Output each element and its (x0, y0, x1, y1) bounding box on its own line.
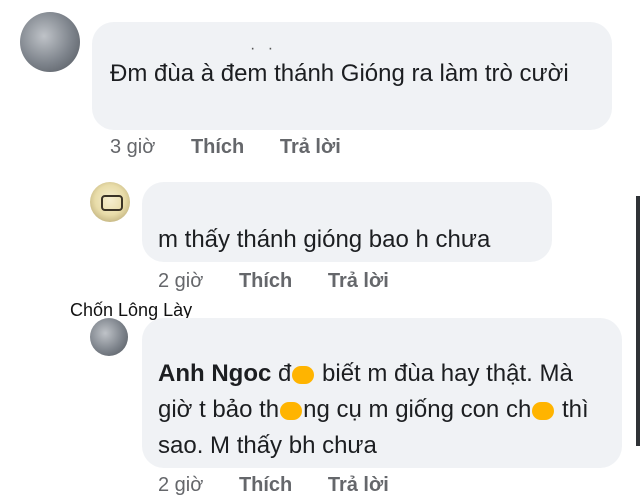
like-link[interactable]: Thích (239, 270, 292, 292)
comment-time: 3 giờ (110, 136, 156, 158)
avatar[interactable] (90, 182, 130, 222)
like-link[interactable]: Thích (239, 474, 292, 496)
censor-blot (280, 401, 303, 420)
reply-link[interactable]: Trả lời (328, 474, 389, 496)
avatar[interactable] (20, 12, 80, 72)
comment-text-part: đ (278, 360, 292, 387)
like-link[interactable]: Thích (191, 136, 244, 158)
comment-meta: 3 giờ Thích Trả lời (110, 136, 371, 159)
comment-text: Đm đùa à đem thánh Gióng ra làm trò cười (110, 60, 569, 87)
avatar[interactable] (90, 318, 128, 356)
comment-time: 2 giờ (158, 270, 204, 292)
comment-time: 2 giờ (158, 474, 204, 496)
comment-text: m thấy thánh gióng bao h chưa (158, 226, 491, 253)
comment-text: Anh Ngoc đ biết m đùa hay thật. Mà giờ t… (158, 356, 608, 464)
comment-text-part: ng cụ m giống con ch (303, 396, 532, 423)
censor-blot (532, 401, 555, 420)
comment-author[interactable]: Anh Ngoc (158, 360, 271, 387)
avatar-face-icon (101, 195, 123, 211)
reply-link[interactable]: Trả lời (280, 136, 341, 158)
reply-link[interactable]: Trả lời (328, 270, 389, 292)
censor-blot (292, 365, 315, 384)
window-edge (636, 196, 640, 446)
comment-meta: 2 giờ Thích Trả lời (158, 270, 419, 293)
comment-meta: 2 giờ Thích Trả lời (158, 474, 419, 497)
